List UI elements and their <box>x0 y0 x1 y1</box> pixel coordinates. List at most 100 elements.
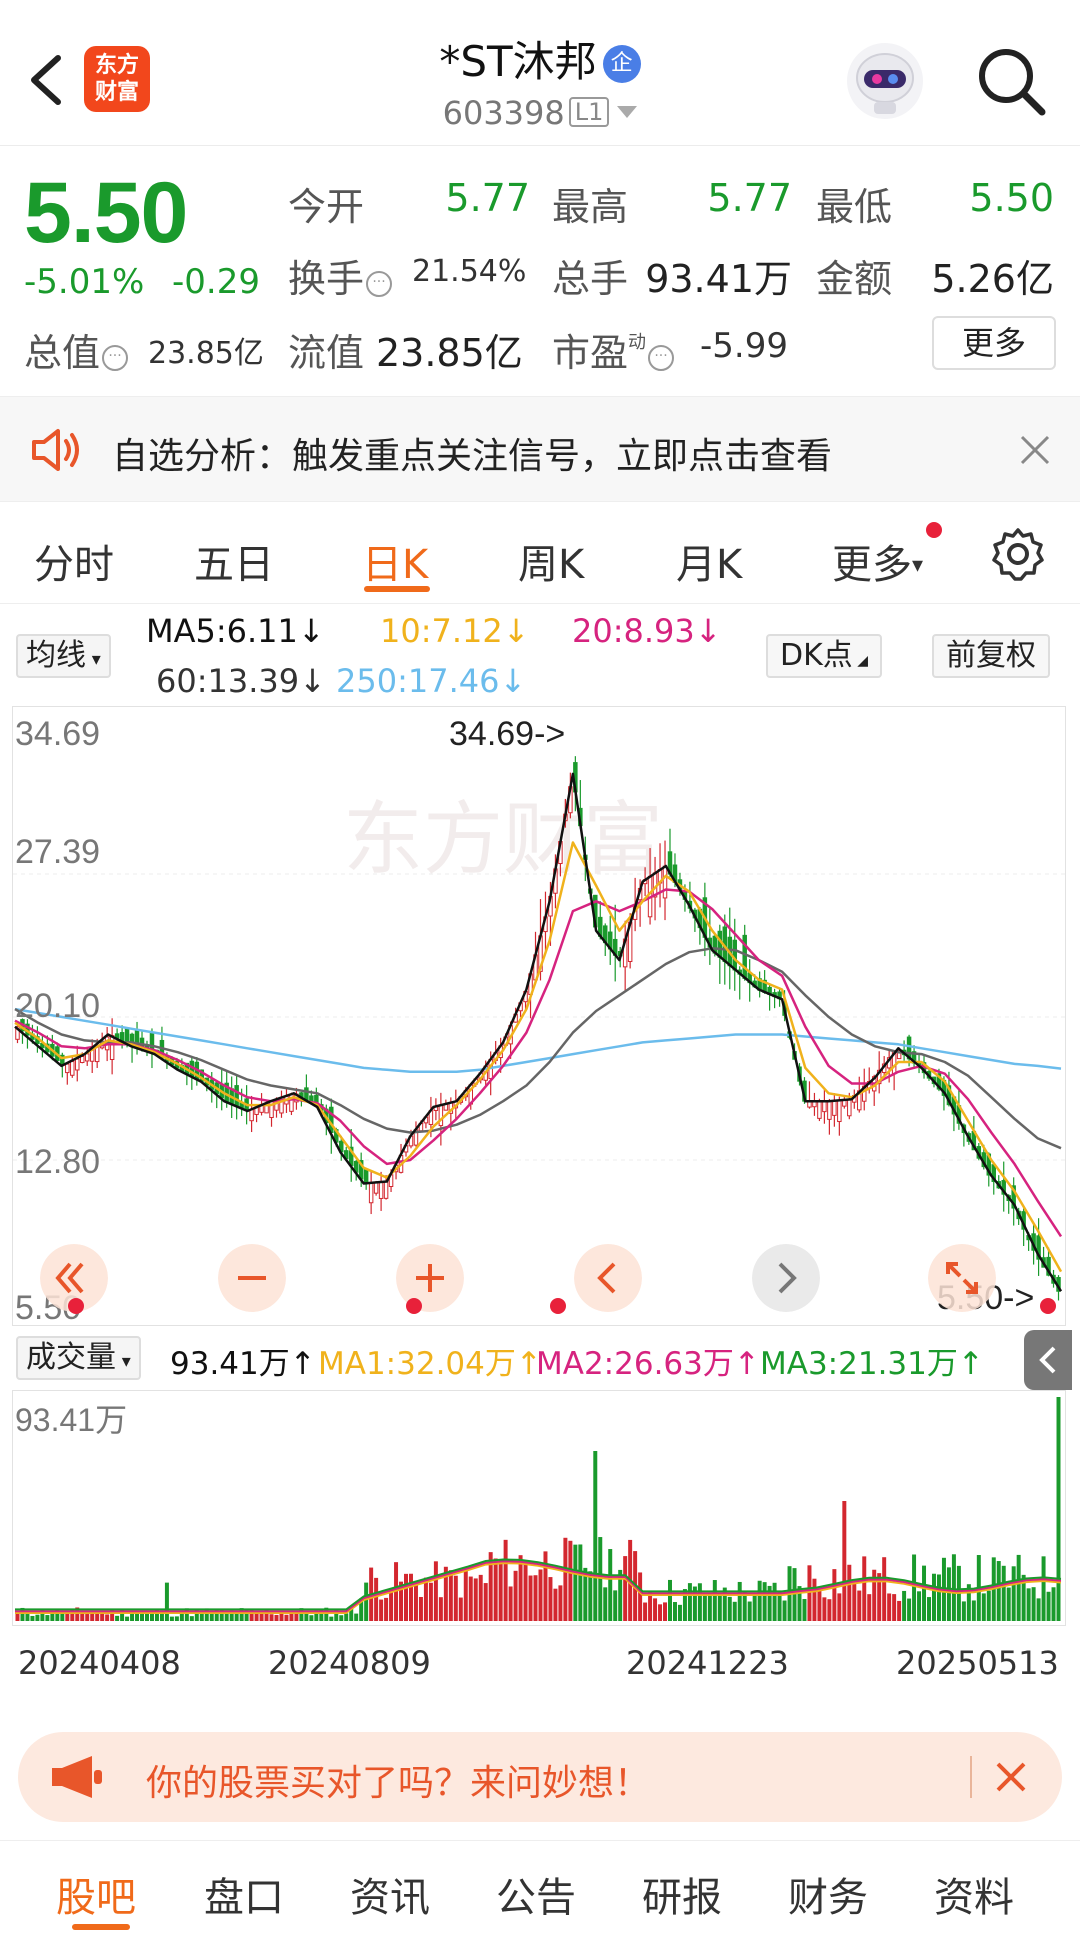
volume-max-label: 93.41万 <box>15 1402 127 1438</box>
volume-bar <box>413 1582 418 1621</box>
candle <box>329 1106 334 1133</box>
tab-financials[interactable]: 财务 <box>788 1865 868 1923</box>
x-label: 20250513 <box>896 1644 1059 1682</box>
volume-bar <box>912 1554 917 1621</box>
volume-bar <box>643 1602 648 1621</box>
volume-bar <box>892 1594 897 1621</box>
zoom-out-button[interactable] <box>218 1244 286 1312</box>
alert-banner[interactable]: 自选分析：触发重点关注信号，立即点击查看 <box>0 396 1080 502</box>
chart-tabbar: 分时 五日 日K 周K 月K 更多▾ <box>0 502 1080 604</box>
volume-bar <box>936 1574 941 1621</box>
volume-bar <box>862 1556 867 1621</box>
volume-bar <box>125 1616 130 1621</box>
robot-assistant-icon[interactable] <box>844 40 926 122</box>
volume-bar <box>638 1572 643 1621</box>
mktcap-value: 23.85亿 <box>148 336 264 371</box>
volume-bar <box>897 1600 902 1621</box>
info-icon[interactable]: ··· <box>102 345 129 371</box>
volume-bar <box>1056 1397 1061 1621</box>
volume-ma2: MA2:26.63万↑ <box>536 1346 760 1382</box>
dk-point-button[interactable]: DK点 ◢ <box>766 634 882 678</box>
volume-bar <box>593 1451 598 1621</box>
notification-dot <box>926 522 942 538</box>
tab-research[interactable]: 研报 <box>642 1865 722 1923</box>
y-label: 34.69 <box>15 715 100 753</box>
candle <box>837 1099 842 1123</box>
chevron-down-icon[interactable] <box>617 106 638 118</box>
volume-bar <box>668 1579 672 1621</box>
volume-bar <box>284 1614 289 1621</box>
ma60-label: 60:13.39↓ <box>156 662 326 700</box>
volume-bar <box>483 1583 488 1621</box>
volume-ma3: MA3:21.31万↑ <box>760 1346 984 1382</box>
candle <box>75 1058 80 1071</box>
volume-bar <box>189 1616 194 1621</box>
volume-bar <box>867 1594 872 1621</box>
candle <box>373 1181 379 1194</box>
signal-dot <box>550 1298 566 1314</box>
volume-bar <box>60 1613 65 1621</box>
volume-bar <box>354 1613 359 1621</box>
volume-bar <box>478 1574 483 1621</box>
promo-banner[interactable]: 你的股票买对了吗？来问妙想！ <box>18 1732 1062 1822</box>
volume-bar <box>837 1593 842 1621</box>
low-label: 最低 <box>816 185 893 229</box>
enterprise-badge: 企 <box>602 45 641 83</box>
close-icon[interactable] <box>994 1760 1028 1794</box>
volume-value: 93.41万 <box>645 257 792 301</box>
volume-bar <box>548 1577 553 1621</box>
candle <box>249 1109 254 1122</box>
volume-bar <box>50 1613 55 1621</box>
kline-chart[interactable]: 东方财富 34.69 27.39 20.10 12.80 5.50 34.69-… <box>12 706 1067 1327</box>
tab-more[interactable]: 更多▾ <box>832 532 923 590</box>
volume-chart[interactable]: 93.41万 <box>12 1390 1066 1626</box>
volume-bar <box>1036 1598 1041 1621</box>
prev-button[interactable] <box>574 1244 642 1312</box>
high-value: 5.77 <box>707 176 792 220</box>
volume-svg: 93.41万 <box>15 1397 1062 1621</box>
x-label: 20240408 <box>18 1644 181 1682</box>
tab-intraday[interactable]: 分时 <box>34 532 114 590</box>
candle <box>65 1063 70 1074</box>
tab-five-day[interactable]: 五日 <box>194 532 274 590</box>
tab-announcements[interactable]: 公告 <box>496 1865 576 1923</box>
candle <box>124 1027 130 1044</box>
ma250-label: 250:17.46↓ <box>336 662 527 700</box>
close-icon[interactable] <box>1018 433 1052 467</box>
volume-bar <box>25 1614 30 1621</box>
info-icon[interactable]: ··· <box>648 345 675 371</box>
megaphone-icon <box>52 1756 102 1798</box>
tab-forum[interactable]: 股吧 <box>56 1865 136 1923</box>
volume-bar <box>946 1567 951 1621</box>
fullscreen-button[interactable] <box>928 1244 996 1312</box>
info-icon[interactable]: ··· <box>366 271 393 297</box>
volume-selector[interactable]: 成交量 ▾ <box>16 1336 141 1380</box>
candle <box>109 1035 115 1060</box>
tab-orderbook[interactable]: 盘口 <box>204 1865 284 1923</box>
collapse-panel-button[interactable] <box>1024 1330 1072 1390</box>
search-icon[interactable] <box>974 44 1048 118</box>
volume-bar <box>423 1577 428 1621</box>
ma-selector[interactable]: 均线 ▾ <box>16 634 111 678</box>
tab-weekly-k[interactable]: 周K <box>518 532 584 590</box>
more-button[interactable]: 更多 <box>932 316 1056 370</box>
volume-bar <box>408 1573 413 1621</box>
volume-bar <box>752 1595 757 1621</box>
x-label: 20241223 <box>626 1644 789 1682</box>
price-adjust-button[interactable]: 前复权 <box>932 634 1050 678</box>
divider <box>970 1756 972 1798</box>
volume-bar <box>304 1612 309 1621</box>
volume-bar <box>344 1613 349 1621</box>
amount-value: 5.26亿 <box>931 257 1054 301</box>
tab-profile[interactable]: 资料 <box>934 1865 1014 1923</box>
high-label: 最高 <box>552 185 629 229</box>
gear-icon[interactable] <box>990 526 1046 582</box>
next-button[interactable] <box>752 1244 820 1312</box>
tab-daily-k[interactable]: 日K <box>362 532 428 590</box>
volume-bar <box>603 1587 608 1621</box>
volume-bar <box>917 1591 922 1621</box>
tab-news[interactable]: 资讯 <box>350 1865 430 1923</box>
tab-monthly-k[interactable]: 月K <box>676 532 742 590</box>
volume-bar <box>468 1576 473 1621</box>
open-label: 今开 <box>288 185 365 229</box>
